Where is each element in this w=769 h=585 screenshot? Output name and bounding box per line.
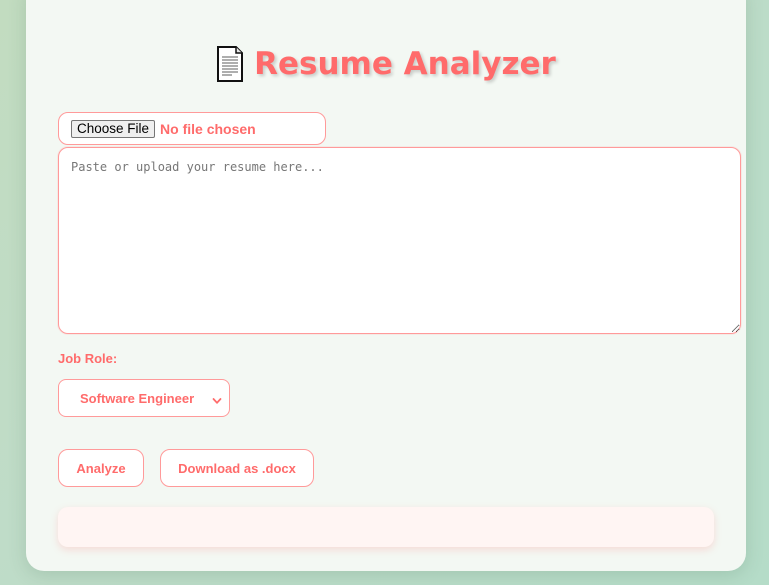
job-role-select[interactable]: Software Engineer [58, 379, 230, 417]
job-role-selected-value: Software Engineer [80, 390, 195, 406]
analyze-button[interactable]: Analyze [58, 449, 144, 487]
document-icon [216, 46, 244, 82]
resume-textarea[interactable] [58, 147, 741, 334]
job-role-label: Job Role: [58, 351, 118, 366]
page-title-row: Resume Analyzer [26, 46, 746, 82]
result-panel [58, 507, 714, 547]
file-upload-field[interactable]: Choose File No file chosen [58, 112, 326, 145]
choose-file-button[interactable]: Choose File [71, 119, 156, 138]
chevron-down-icon [212, 393, 222, 404]
file-status-text: No file chosen [160, 120, 256, 137]
main-card: Resume Analyzer Choose File No file chos… [26, 0, 746, 571]
page-title: Resume Analyzer [254, 46, 556, 82]
download-docx-button[interactable]: Download as .docx [160, 449, 314, 487]
